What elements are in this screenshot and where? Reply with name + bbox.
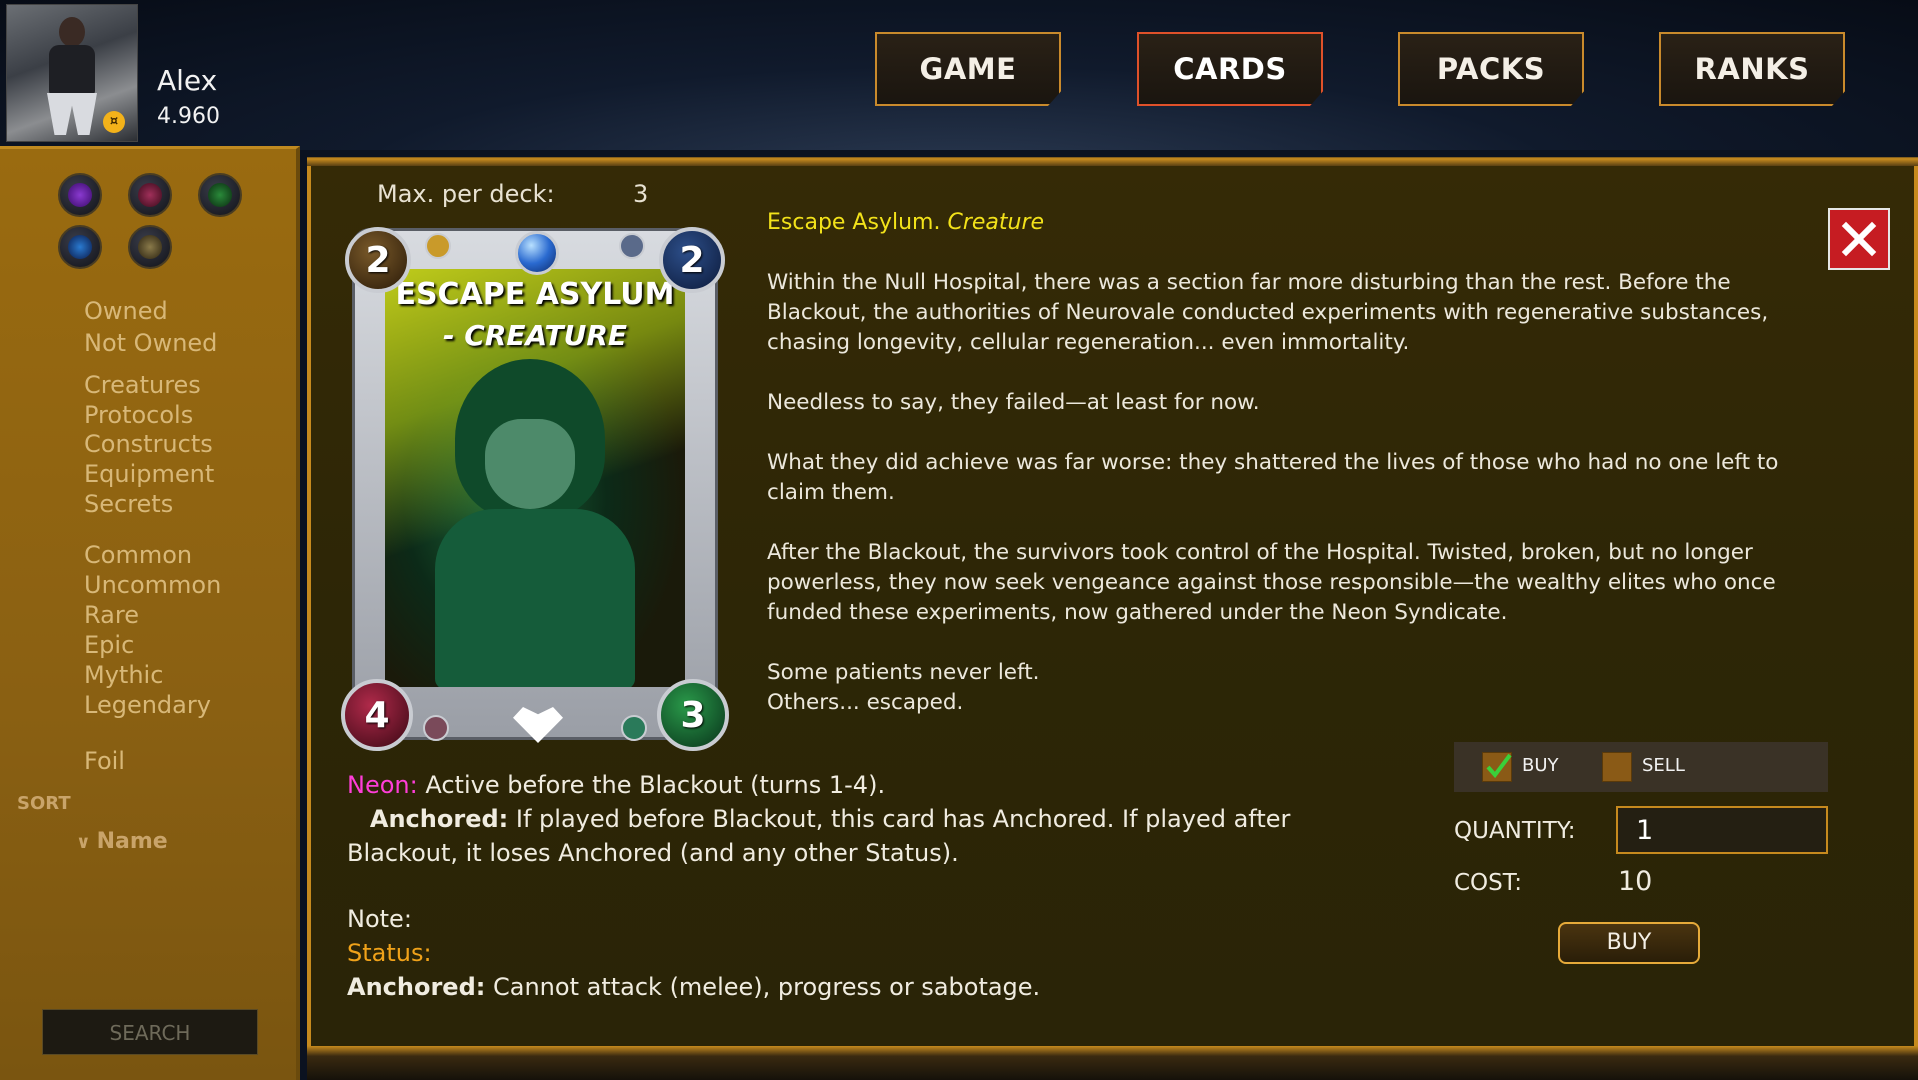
filter-owned[interactable]: Owned xyxy=(84,297,168,325)
filter-not-owned[interactable]: Not Owned xyxy=(84,329,217,357)
nav-game-button[interactable]: GAME xyxy=(875,32,1061,106)
player-rating: 4.960 xyxy=(157,104,220,129)
card-attack-gem: 4 xyxy=(341,679,413,751)
lore-paragraph: Others... escaped. xyxy=(767,690,964,715)
cross-faction-icon[interactable] xyxy=(198,173,242,217)
sort-by-name[interactable]: ∨ Name xyxy=(76,829,168,854)
checkmark-icon xyxy=(1486,753,1512,779)
lore-paragraph: What they did achieve was far worse: the… xyxy=(767,450,1779,505)
art-face xyxy=(485,419,575,509)
panel-frame-bottom xyxy=(307,1046,1918,1080)
status-anchored: Anchored: Cannot attack (melee), progres… xyxy=(347,970,1040,1004)
cost-label: COST: xyxy=(1454,870,1523,896)
lore-title: Escape Asylum. Creature xyxy=(767,210,1044,235)
player-avatar[interactable]: ¤ xyxy=(6,4,138,142)
lore-paragraph: Within the Null Hospital, there was a se… xyxy=(767,270,1769,355)
filter-constructs[interactable]: Constructs xyxy=(84,430,213,458)
hexagon-faction-icon[interactable] xyxy=(128,225,172,269)
status-label: Status: xyxy=(347,939,432,967)
filter-mythic[interactable]: Mythic xyxy=(84,661,163,689)
buy-button[interactable]: BUY xyxy=(1558,922,1700,964)
lore-text: Within the Null Hospital, there was a se… xyxy=(767,268,1827,718)
filter-legendary[interactable]: Legendary xyxy=(84,691,211,719)
filter-secrets[interactable]: Secrets xyxy=(84,490,173,518)
status-anchored-label: Anchored: xyxy=(347,973,486,1001)
neon-label: Neon: xyxy=(347,771,418,799)
cost-value: 10 xyxy=(1618,866,1653,897)
avatar-legs xyxy=(47,93,97,135)
close-icon xyxy=(1841,221,1877,257)
close-button[interactable] xyxy=(1828,208,1890,270)
card-health-gem: 3 xyxy=(657,679,729,751)
avatar-body xyxy=(49,45,95,95)
search-button[interactable]: SEARCH xyxy=(42,1009,258,1055)
buy-sell-toggle: BUY SELL xyxy=(1454,742,1828,792)
nav-cards-button[interactable]: CARDS xyxy=(1137,32,1323,106)
neon-text: Active before the Blackout (turns 1-4). xyxy=(425,771,886,799)
flame-faction-icon[interactable] xyxy=(128,173,172,217)
card-power-gem: 2 xyxy=(659,227,725,293)
filter-common[interactable]: Common xyxy=(84,541,192,569)
filter-rare[interactable]: Rare xyxy=(84,601,139,629)
coin-icon xyxy=(425,233,451,259)
sell-option-label: SELL xyxy=(1642,755,1685,776)
lore-title-type: Creature xyxy=(947,210,1045,235)
top-bar: ¤ Alex 4.960 GAME CARDS PACKS RANKS xyxy=(0,0,1918,150)
card-title: ESCAPE ASYLUM xyxy=(395,277,675,312)
sort-title: SORT xyxy=(17,793,71,814)
lore-paragraph: After the Blackout, the survivors took c… xyxy=(767,540,1776,625)
note-label: Note: xyxy=(347,905,412,933)
buy-option-label: BUY xyxy=(1522,755,1559,776)
coin-icon: ¤ xyxy=(103,111,125,133)
filter-protocols[interactable]: Protocols xyxy=(84,401,193,429)
skull-faction-icon[interactable] xyxy=(58,173,102,217)
status-anchored-text: Cannot attack (melee), progress or sabot… xyxy=(493,973,1041,1001)
faction-orb-icon xyxy=(515,231,559,275)
max-per-deck-value: 3 xyxy=(633,180,649,208)
quantity-label: QUANTITY: xyxy=(1454,818,1576,844)
filter-equipment[interactable]: Equipment xyxy=(84,460,214,488)
anchored-ability: Anchored: If played before Blackout, thi… xyxy=(347,802,1347,870)
player-name: Alex xyxy=(157,64,218,97)
buy-checkbox[interactable] xyxy=(1482,752,1512,782)
anchored-label: Anchored: xyxy=(369,805,509,833)
brain-faction-icon[interactable] xyxy=(58,225,102,269)
chevron-down-icon: ∨ xyxy=(76,832,91,853)
quantity-input[interactable] xyxy=(1616,806,1828,854)
shield-icon xyxy=(621,715,647,741)
sword-icon xyxy=(423,715,449,741)
filter-creatures[interactable]: Creatures xyxy=(84,371,201,399)
card-preview: ESCAPE ASYLUM - CREATURE 2 2 4 3 xyxy=(341,227,729,751)
sort-name-label: Name xyxy=(96,829,168,854)
avatar-head xyxy=(59,17,85,47)
card-cost-gem: 2 xyxy=(345,227,411,293)
nav-packs-button[interactable]: PACKS xyxy=(1398,32,1584,106)
filter-foil[interactable]: Foil xyxy=(84,747,125,775)
neon-ability: Neon: Active before the Blackout (turns … xyxy=(347,768,1347,802)
card-type: - CREATURE xyxy=(442,319,628,352)
sell-checkbox[interactable] xyxy=(1602,752,1632,782)
note-block: Note: Status: Anchored: Cannot attack (m… xyxy=(347,902,1040,1004)
lore-paragraph: Some patients never left. xyxy=(767,660,1040,685)
book-icon xyxy=(619,233,645,259)
heart-icon xyxy=(513,707,563,743)
lore-paragraph: Needless to say, they failed—at least fo… xyxy=(767,390,1260,415)
card-abilities: Neon: Active before the Blackout (turns … xyxy=(347,768,1347,870)
art-body xyxy=(435,509,635,687)
lore-title-name: Escape Asylum. xyxy=(767,210,941,235)
max-per-deck-label: Max. per deck: xyxy=(377,180,555,208)
nav-ranks-button[interactable]: RANKS xyxy=(1659,32,1845,106)
filter-sidebar: Owned Not Owned Creatures Protocols Cons… xyxy=(0,146,300,1080)
filter-uncommon[interactable]: Uncommon xyxy=(84,571,221,599)
filter-epic[interactable]: Epic xyxy=(84,631,134,659)
